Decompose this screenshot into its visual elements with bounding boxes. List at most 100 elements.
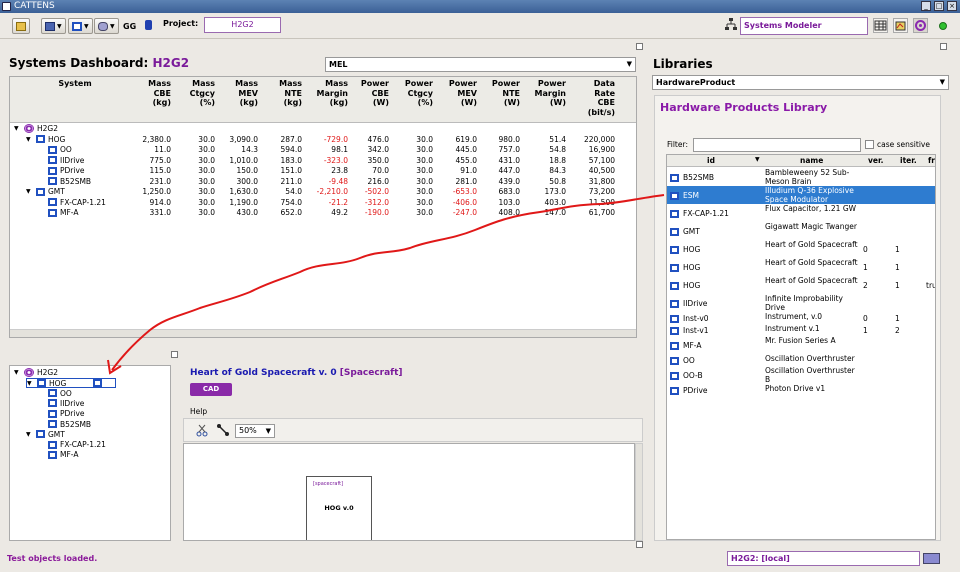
tree-node[interactable]: PDrive: [38, 409, 85, 418]
column-header[interactable]: Mass NTE (kg): [268, 79, 302, 108]
save-menu-button[interactable]: ▼: [41, 18, 66, 34]
tree-node[interactable]: ▼ H2G2: [14, 368, 58, 377]
library-id-cell: OO: [670, 356, 695, 365]
maximize-icon[interactable]: □: [934, 1, 944, 11]
tree-node[interactable]: MF-A: [38, 208, 78, 217]
expand-toggle-icon[interactable]: ▼: [27, 380, 34, 387]
library-row[interactable]: OO-B Oscillation Overthruster B: [667, 366, 935, 384]
library-row[interactable]: HOG Heart of Gold Spacecraft 0 1: [667, 240, 935, 258]
expand-toggle-icon[interactable]: ▼: [26, 188, 33, 195]
column-header[interactable]: Power NTE (W): [486, 79, 520, 108]
column-header[interactable]: Mass CBE (kg): [137, 79, 171, 108]
case-sensitive-checkbox[interactable]: [865, 140, 874, 149]
tree-node[interactable]: FX-CAP-1.21: [38, 198, 106, 207]
repository-field[interactable]: H2G2: [local]: [727, 551, 920, 566]
column-header[interactable]: Mass Margin (kg): [312, 79, 348, 108]
libraries-title: Libraries: [653, 57, 713, 71]
connector-icon[interactable]: [216, 423, 230, 437]
scissors-icon[interactable]: [195, 423, 209, 437]
column-header[interactable]: name: [800, 156, 823, 165]
expand-toggle-icon[interactable]: ▼: [26, 431, 33, 438]
tree-node[interactable]: PDrive: [38, 166, 85, 175]
close-icon[interactable]: ×: [947, 1, 957, 11]
filter-input[interactable]: [693, 138, 861, 152]
tree-node[interactable]: OO: [38, 389, 72, 398]
library-row[interactable]: PDrive Photon Drive v1: [667, 384, 935, 396]
zoom-selector[interactable]: 50% ▼: [235, 424, 275, 438]
new-object-menu-button[interactable]: ▼: [68, 18, 93, 34]
table-cell: 30.0: [416, 187, 433, 196]
column-header[interactable]: Power MEV (W): [443, 79, 477, 108]
tree-node[interactable]: ▼ HOG: [26, 378, 116, 389]
column-header[interactable]: Power Ctgcy (%): [399, 79, 433, 108]
library-row[interactable]: FX-CAP-1.21 Flux Capacitor, 1.21 GW: [667, 204, 935, 222]
library-row[interactable]: HOG Heart of Gold Spacecraft 2 1 tru: [667, 276, 935, 294]
tree-node[interactable]: MF-A: [38, 450, 78, 459]
library-row[interactable]: IIDrive Infinite Improbability Drive: [667, 294, 935, 312]
library-row[interactable]: Inst-v0 Instrument, v.0 0 1: [667, 312, 935, 324]
expand-toggle-icon[interactable]: ▼: [14, 125, 21, 132]
table-cell: 757.0: [498, 145, 520, 154]
tree-node[interactable]: B52SMB: [38, 177, 91, 186]
library-row[interactable]: GMT Gigawatt Magic Twanger: [667, 222, 935, 240]
undock-icon[interactable]: [636, 43, 643, 50]
column-header[interactable]: Power CBE (W): [355, 79, 389, 108]
mode-selector[interactable]: Systems Modeler: [740, 17, 868, 35]
column-header[interactable]: fr: [928, 156, 935, 165]
expand-toggle-icon[interactable]: ▼: [26, 136, 33, 143]
cad-button[interactable]: CAD: [190, 383, 232, 396]
library-type-value: HardwareProduct: [656, 78, 736, 87]
undock-icon[interactable]: [636, 541, 643, 548]
table-cell: 30.0: [416, 155, 433, 165]
expand-toggle-icon[interactable]: ▼: [14, 369, 21, 376]
column-header[interactable]: Mass MEV (kg): [224, 79, 258, 108]
chart-view-icon[interactable]: [893, 18, 908, 33]
tree-node[interactable]: ▼ GMT: [26, 187, 65, 196]
library-row[interactable]: HOG Heart of Gold Spacecraft 1 1: [667, 258, 935, 276]
open-button[interactable]: [12, 18, 30, 34]
library-row[interactable]: B52SMB Bambleweeny 52 Sub-Meson Brain: [667, 168, 935, 186]
column-header[interactable]: iter.: [900, 156, 917, 165]
column-header[interactable]: Mass Ctgcy (%): [181, 79, 215, 108]
tree-node[interactable]: ▼ GMT: [26, 430, 65, 439]
vertical-scrollbar[interactable]: [635, 443, 643, 541]
library-type-selector[interactable]: HardwareProduct ▼: [652, 75, 949, 90]
status-message: Test objects loaded.: [7, 554, 98, 563]
horizontal-scrollbar[interactable]: [10, 329, 636, 337]
tree-node[interactable]: B52SMB: [38, 420, 91, 429]
tree-node[interactable]: IIDrive: [38, 399, 84, 408]
table-cell: 30.0: [198, 166, 215, 175]
sync-icon[interactable]: [923, 553, 940, 564]
minimize-icon[interactable]: _: [921, 1, 931, 11]
block-diagram-canvas[interactable]: [spacecraft] HOG v.0: [183, 443, 635, 541]
tree-node[interactable]: IIDrive: [38, 156, 84, 165]
dashboard-selector[interactable]: MEL ▼: [325, 57, 636, 72]
database-icon[interactable]: [145, 20, 152, 30]
system-icon: [48, 145, 57, 154]
project-selector[interactable]: H2G2: [204, 17, 281, 33]
tree-node[interactable]: FX-CAP-1.21: [38, 440, 106, 449]
library-row[interactable]: OO Oscillation Overthruster: [667, 354, 935, 366]
tree-node[interactable]: ▼ H2G2: [14, 124, 58, 133]
column-header[interactable]: Data Rate CBE (bit/s): [573, 79, 615, 117]
help-menu[interactable]: Help: [190, 407, 207, 416]
tools-menu-button[interactable]: ▼: [94, 18, 119, 34]
undock-icon[interactable]: [171, 351, 178, 358]
gg-button[interactable]: GG: [123, 22, 136, 31]
library-row[interactable]: Inst-v1 Instrument v.1 1 2: [667, 324, 935, 336]
table-view-icon[interactable]: [873, 18, 888, 33]
diagram-block[interactable]: [spacecraft] HOG v.0: [306, 476, 372, 540]
library-row[interactable]: MF-A Mr. Fusion Series A: [667, 336, 935, 354]
column-header[interactable]: id: [707, 156, 715, 165]
modeler-view-icon[interactable]: [913, 18, 928, 33]
undock-icon[interactable]: [940, 43, 947, 50]
tree-node[interactable]: OO: [38, 145, 72, 154]
library-id-cell: OO-B: [670, 371, 703, 380]
column-header[interactable]: System: [10, 79, 140, 89]
library-id: MF-A: [683, 341, 702, 350]
column-header[interactable]: Power Margin (W): [530, 79, 566, 108]
library-name: Heart of Gold Spacecraft: [765, 258, 858, 267]
tree-node[interactable]: ▼ HOG: [26, 135, 65, 144]
column-header[interactable]: ver.: [868, 156, 883, 165]
library-row[interactable]: ESM Illudium Q-36 Explosive Space Modulat…: [667, 186, 935, 204]
